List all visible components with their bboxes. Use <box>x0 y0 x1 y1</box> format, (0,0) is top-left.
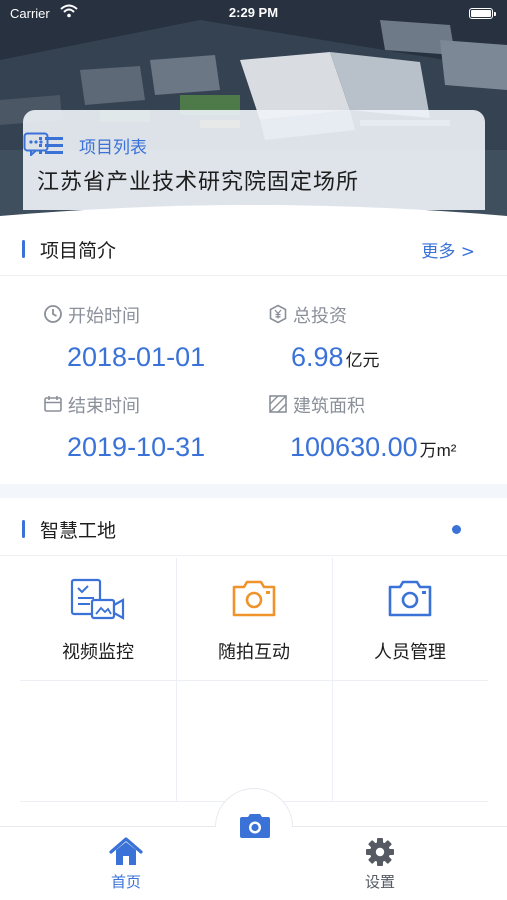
grid-divider <box>20 680 488 681</box>
end-time-label: 结束时间 <box>68 396 140 417</box>
tile-label: 视频监控 <box>62 642 134 663</box>
center-camera-button[interactable] <box>214 788 296 869</box>
area-value: 100630.00 <box>290 432 418 462</box>
project-list-link[interactable]: 项目列表 <box>79 133 147 158</box>
investment-unit: 亿元 <box>345 351 380 370</box>
more-link[interactable]: 更多 > <box>421 237 475 262</box>
page-indicator-dot <box>452 525 461 534</box>
tile-video-monitor[interactable]: 视频监控 <box>20 558 176 680</box>
investment-cell: 总投资 6.98 亿元 <box>268 302 498 382</box>
camera-blue-icon <box>388 580 432 617</box>
gear-icon <box>366 838 394 866</box>
video-monitor-icon <box>70 578 125 620</box>
status-bar: Carrier 2:29 PM <box>0 0 507 28</box>
start-time-cell: 开始时间 2018-01-01 <box>43 302 263 382</box>
tab-settings[interactable]: 设置 <box>320 837 440 893</box>
tile-staff-management[interactable]: 人员管理 <box>332 558 488 680</box>
smart-site-grid: 视频监控 随拍互动 人员管理 <box>20 558 488 802</box>
smart-site-header: 智慧工地 <box>0 502 507 556</box>
clock-icon <box>44 305 62 323</box>
investment-label: 总投资 <box>293 306 347 327</box>
app-screen: Carrier 2:29 PM 项目列表 江苏省产业技术研究院固定场所 项目简介… <box>0 0 507 900</box>
section-gap <box>0 484 507 498</box>
project-card[interactable]: 项目列表 江苏省产业技术研究院固定场所 <box>23 110 485 210</box>
area-unit: 万m² <box>419 441 457 460</box>
battery-icon <box>469 8 496 19</box>
tab-settings-label: 设置 <box>364 873 395 891</box>
project-name: 江苏省产业技术研究院固定场所 <box>37 170 360 195</box>
status-time: 2:29 PM <box>228 5 279 20</box>
tab-home-label: 首页 <box>110 873 141 891</box>
intro-section-header: 项目简介 更多 > <box>0 222 507 276</box>
investment-value-row: 6.98 亿元 <box>291 342 380 373</box>
tile-label: 随拍互动 <box>218 642 290 663</box>
start-time-value: 2018-01-01 <box>67 342 206 372</box>
tile-label: 人员管理 <box>374 642 446 663</box>
area-value-row: 100630.00 万m² <box>290 432 456 463</box>
section-accent-bar <box>22 240 25 258</box>
end-time-value: 2019-10-31 <box>67 432 206 462</box>
area-label: 建筑面积 <box>293 396 365 417</box>
camera-icon <box>240 814 270 838</box>
area-cell: 建筑面积 100630.00 万m² <box>268 392 503 472</box>
money-icon <box>269 304 287 324</box>
area-icon <box>269 395 287 413</box>
smart-site-title: 智慧工地 <box>40 520 117 542</box>
intro-section-title: 项目简介 <box>40 240 117 262</box>
project-info-grid: 开始时间 2018-01-01 总投资 6.98 亿元 结束时间 2019-10… <box>0 278 507 484</box>
end-time-cell: 结束时间 2019-10-31 <box>43 392 263 472</box>
message-icon[interactable] <box>23 132 49 156</box>
investment-value: 6.98 <box>291 342 344 372</box>
tab-home[interactable]: 首页 <box>66 837 186 893</box>
tile-photo-interaction[interactable]: 随拍互动 <box>176 558 332 680</box>
home-icon <box>109 837 143 865</box>
camera-orange-icon <box>232 580 276 617</box>
start-time-label: 开始时间 <box>68 306 140 327</box>
calendar-icon <box>44 396 62 412</box>
section-accent-bar <box>22 520 25 538</box>
